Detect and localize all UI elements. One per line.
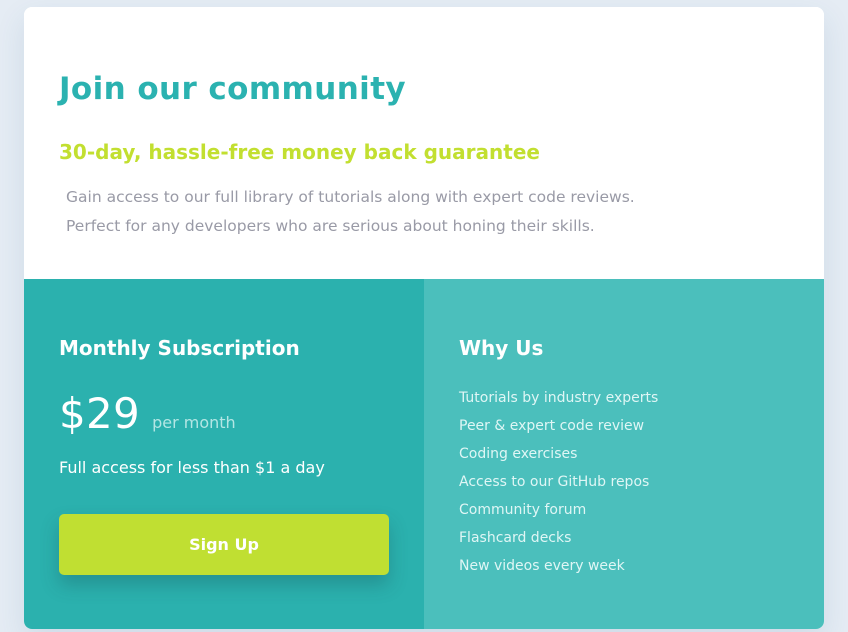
feature-item: Peer & expert code review [459, 418, 645, 434]
billing-period: per month [152, 413, 236, 432]
price-row: $29 per month [59, 385, 236, 443]
description: Gain access to our full library of tutor… [66, 183, 716, 241]
why-us-panel: Why Us Tutorials by industry experts Pee… [424, 279, 824, 629]
sign-up-button[interactable]: Sign Up [59, 514, 389, 575]
description-line: Gain access to our full library of tutor… [66, 188, 635, 206]
community-intro-section: Join our community 30-day, hassle-free m… [24, 7, 824, 279]
why-us-title: Why Us [459, 336, 544, 360]
feature-item: Coding exercises [459, 446, 578, 462]
features-list: Tutorials by industry experts Peer & exp… [459, 384, 658, 580]
guarantee-heading: 30-day, hassle-free money back guarantee [59, 140, 540, 164]
pricing-card: Join our community 30-day, hassle-free m… [24, 7, 824, 629]
subscription-title: Monthly Subscription [59, 336, 300, 360]
feature-item: Tutorials by industry experts [459, 390, 659, 406]
page-title: Join our community [59, 71, 407, 107]
feature-item: Flashcard decks [459, 530, 572, 546]
description-line: Perfect for any developers who are serio… [66, 217, 595, 235]
monthly-subscription-panel: Monthly Subscription $29 per month Full … [24, 279, 424, 629]
feature-item: Community forum [459, 502, 587, 518]
subscription-price: $29 [59, 389, 141, 438]
subscription-offer: Full access for less than $1 a day [59, 458, 325, 477]
feature-item: New videos every week [459, 558, 625, 574]
feature-item: Access to our GitHub repos [459, 474, 650, 490]
